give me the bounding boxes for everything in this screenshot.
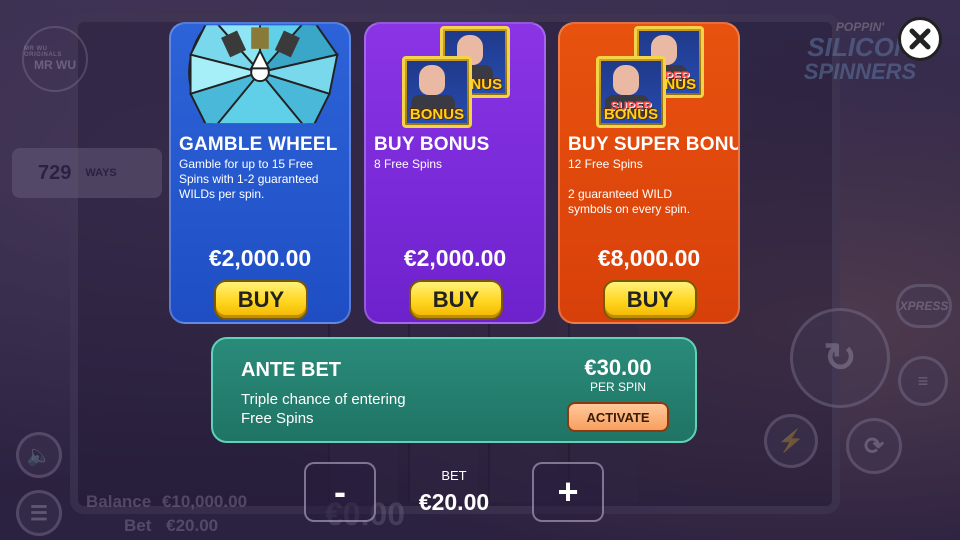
card-description: 8 Free Spins bbox=[374, 157, 443, 171]
close-button[interactable] bbox=[898, 17, 942, 61]
bet-increase-button[interactable]: + bbox=[532, 462, 604, 522]
card-title: BUY BONUS bbox=[374, 134, 490, 155]
ante-bet-activate-button[interactable]: ACTIVATE bbox=[567, 402, 669, 432]
card-price: €2,000.00 bbox=[403, 245, 507, 271]
card-description: 12 Free Spins 2 guaranteed WILD symbols … bbox=[568, 157, 691, 216]
plus-icon: + bbox=[557, 471, 579, 512]
bonus-symbol-label: BONUS bbox=[409, 106, 465, 123]
gamble-wheel-art bbox=[188, 25, 339, 124]
buy-bonus-buy-button[interactable]: BUY bbox=[409, 280, 503, 320]
super-bonus-art: SUPER BONUS SUPER BONUS bbox=[560, 24, 738, 149]
buy-super-bonus-buy-button[interactable]: BUY bbox=[603, 280, 697, 320]
gamble-wheel-buy-button[interactable]: BUY bbox=[214, 280, 308, 320]
bet-decrease-button[interactable]: - bbox=[304, 462, 376, 522]
card-title: BUY SUPER BONUS bbox=[568, 134, 740, 155]
buy-bonus-card: BONUS BONUS BUY BONUS 8 Free Spins €2,00… bbox=[364, 22, 546, 324]
ante-bet-per-spin: PER SPIN bbox=[589, 380, 646, 394]
ante-bet-panel: ANTE BET Triple chance of entering Free … bbox=[211, 337, 697, 443]
bonus-symbol-label: BONUS bbox=[603, 106, 659, 123]
bet-value: €20.00 bbox=[418, 489, 490, 515]
ante-bet-title: ANTE BET bbox=[241, 359, 341, 381]
card-title: GAMBLE WHEEL bbox=[179, 134, 338, 155]
card-description: Gamble for up to 15 Free Spins with 1-2 … bbox=[179, 157, 319, 201]
card-price: €2,000.00 bbox=[208, 245, 312, 271]
minus-icon: - bbox=[334, 471, 346, 512]
ante-bet-description: Triple chance of entering Free Spins bbox=[241, 391, 406, 427]
bet-label: BET bbox=[441, 468, 467, 483]
bonus-symbol: BONUS bbox=[402, 56, 472, 128]
buy-bonus-art: BONUS BONUS bbox=[366, 24, 544, 149]
buy-super-bonus-card: SUPER BONUS SUPER BONUS BUY SUPER BONUS … bbox=[558, 22, 740, 324]
card-price: €8,000.00 bbox=[597, 245, 701, 271]
gamble-wheel-card: GAMBLE WHEEL Gamble for up to 15 Free Sp… bbox=[169, 22, 351, 324]
super-bonus-symbol: SUPER BONUS bbox=[596, 56, 666, 128]
ante-bet-price: €30.00 bbox=[584, 355, 652, 380]
close-icon bbox=[909, 28, 931, 50]
